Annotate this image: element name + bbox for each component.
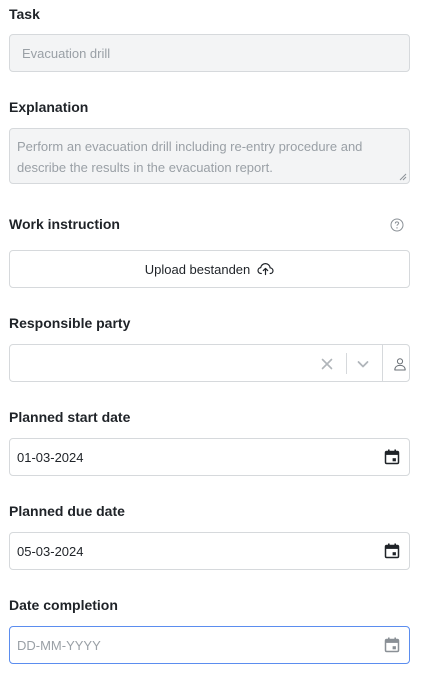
planned-due-date-input[interactable]: 05-03-2024 bbox=[9, 532, 410, 570]
cloud-upload-icon bbox=[257, 262, 274, 276]
upload-files-label: Upload bestanden bbox=[144, 261, 251, 277]
explanation-label: Explanation bbox=[9, 99, 89, 115]
planned-start-date-input[interactable]: 01-03-2024 bbox=[9, 438, 410, 476]
planned-due-date-value: 05-03-2024 bbox=[17, 544, 84, 559]
planned-start-date-label: Planned start date bbox=[9, 409, 131, 425]
select-divider bbox=[346, 353, 347, 374]
planned-due-date-label: Planned due date bbox=[9, 503, 125, 519]
question-circle-icon[interactable] bbox=[390, 218, 404, 232]
task-input[interactable]: Evacuation drill bbox=[9, 34, 410, 72]
resize-handle-icon[interactable] bbox=[399, 173, 407, 181]
person-icon[interactable] bbox=[393, 357, 407, 371]
date-completion-label: Date completion bbox=[9, 597, 118, 613]
close-icon[interactable] bbox=[319, 356, 335, 372]
task-placeholder: Evacuation drill bbox=[22, 46, 111, 61]
calendar-icon[interactable] bbox=[384, 449, 400, 465]
calendar-icon[interactable] bbox=[384, 637, 400, 653]
responsible-party-select[interactable] bbox=[9, 344, 410, 382]
date-completion-input[interactable]: DD-MM-YYYY bbox=[9, 626, 410, 664]
select-addon-divider bbox=[382, 345, 383, 381]
planned-start-date-value: 01-03-2024 bbox=[17, 450, 84, 465]
upload-files-button[interactable]: Upload bestanden bbox=[9, 250, 410, 288]
work-instruction-label: Work instruction bbox=[9, 216, 120, 232]
explanation-textarea[interactable]: Perform an evacuation drill including re… bbox=[9, 128, 410, 184]
calendar-icon[interactable] bbox=[384, 543, 400, 559]
chevron-down-icon[interactable] bbox=[355, 356, 371, 372]
date-completion-placeholder: DD-MM-YYYY bbox=[17, 638, 101, 653]
task-label: Task bbox=[9, 6, 40, 22]
responsible-party-label: Responsible party bbox=[9, 315, 131, 331]
explanation-placeholder: Perform an evacuation drill including re… bbox=[17, 139, 363, 175]
